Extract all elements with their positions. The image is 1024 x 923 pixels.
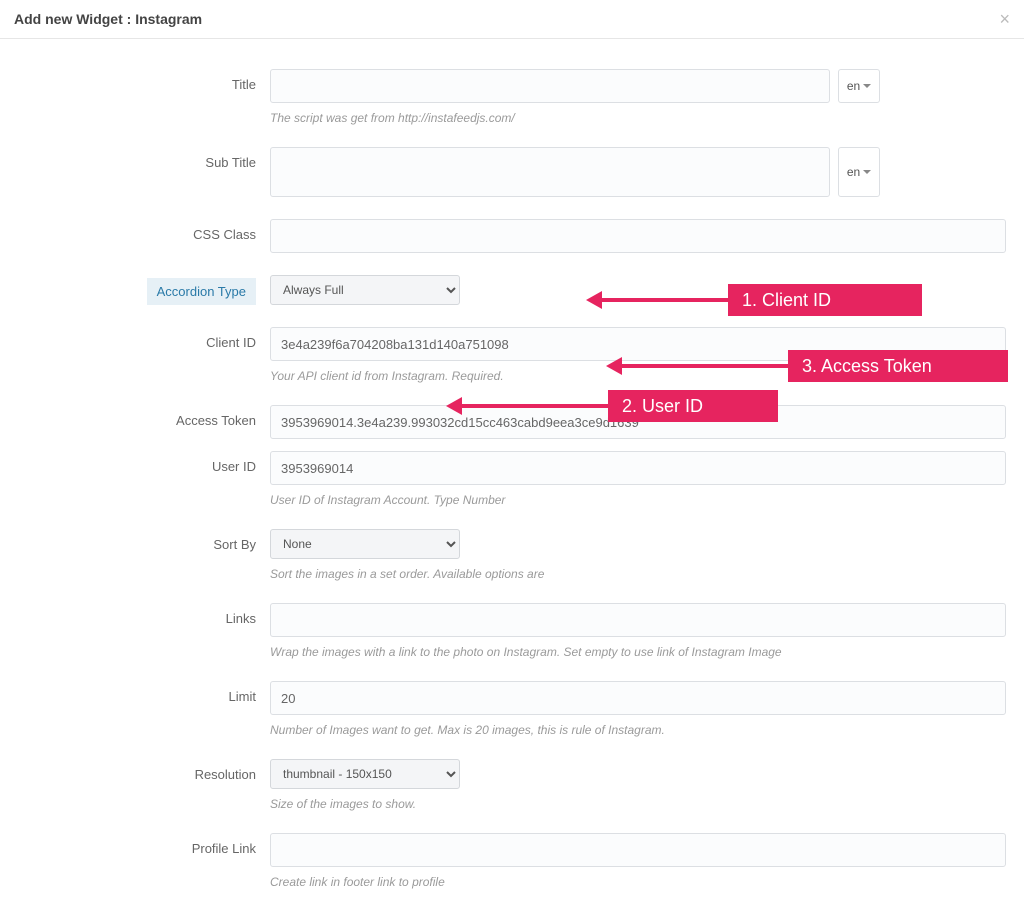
label-cssclass: CSS Class — [12, 219, 270, 242]
lang-label: en — [847, 79, 860, 93]
row-cssclass: CSS Class — [12, 219, 1012, 253]
subtitle-input[interactable] — [270, 147, 830, 197]
hint-profilelink: Create link in footer link to profile — [270, 875, 1006, 889]
modal-title: Add new Widget : Instagram — [14, 11, 202, 27]
row-links: Links Wrap the images with a link to the… — [12, 603, 1012, 659]
hint-limit: Number of Images want to get. Max is 20 … — [270, 723, 1006, 737]
hint-sortby: Sort the images in a set order. Availabl… — [270, 567, 1006, 581]
profilelink-input[interactable] — [270, 833, 1006, 867]
label-userid: User ID — [12, 451, 270, 474]
lang-select-title[interactable]: en — [838, 69, 880, 103]
title-input[interactable] — [270, 69, 830, 103]
lang-label: en — [847, 165, 860, 179]
annotation-arrow-accesstoken — [620, 364, 790, 368]
limit-input[interactable] — [270, 681, 1006, 715]
row-limit: Limit Number of Images want to get. Max … — [12, 681, 1012, 737]
label-sortby: Sort By — [12, 529, 270, 552]
resolution-select[interactable]: thumbnail - 150x150 — [270, 759, 460, 789]
accordion-select[interactable]: Always Full — [270, 275, 460, 305]
annotation-callout-userid: 2. User ID — [608, 390, 778, 422]
annotation-callout-accesstoken: 3. Access Token — [788, 350, 1008, 382]
sortby-select[interactable]: None — [270, 529, 460, 559]
label-resolution: Resolution — [12, 759, 270, 782]
row-userid: User ID User ID of Instagram Account. Ty… — [12, 451, 1012, 507]
form-content: Title en The script was get from http://… — [0, 39, 1024, 923]
label-links: Links — [12, 603, 270, 626]
row-subtitle: Sub Title en — [12, 147, 1012, 197]
lang-select-subtitle[interactable]: en — [838, 147, 880, 197]
row-profilelink: Profile Link Create link in footer link … — [12, 833, 1012, 889]
links-input[interactable] — [270, 603, 1006, 637]
label-accesstoken: Access Token — [12, 405, 270, 428]
modal-header: Add new Widget : Instagram × — [0, 0, 1024, 39]
label-profilelink: Profile Link — [12, 833, 270, 856]
label-limit: Limit — [12, 681, 270, 704]
row-resolution: Resolution thumbnail - 150x150 Size of t… — [12, 759, 1012, 811]
annotation-callout-clientid: 1. Client ID — [728, 284, 922, 316]
annotation-arrow-userid — [460, 404, 610, 408]
label-title: Title — [12, 69, 270, 92]
row-accesstoken: Access Token — [12, 405, 1012, 439]
caret-down-icon — [863, 84, 871, 88]
label-clientid: Client ID — [12, 327, 270, 350]
caret-down-icon — [863, 170, 871, 174]
userid-input[interactable] — [270, 451, 1006, 485]
close-icon[interactable]: × — [999, 10, 1010, 28]
cssclass-input[interactable] — [270, 219, 1006, 253]
hint-title: The script was get from http://instafeed… — [270, 111, 1006, 125]
annotation-arrow-clientid — [600, 298, 730, 302]
label-subtitle: Sub Title — [12, 147, 270, 170]
hint-links: Wrap the images with a link to the photo… — [270, 645, 1006, 659]
row-title: Title en The script was get from http://… — [12, 69, 1012, 125]
label-accordion: Accordion Type — [147, 278, 256, 305]
hint-userid: User ID of Instagram Account. Type Numbe… — [270, 493, 1006, 507]
row-sortby: Sort By None Sort the images in a set or… — [12, 529, 1012, 581]
hint-resolution: Size of the images to show. — [270, 797, 1006, 811]
